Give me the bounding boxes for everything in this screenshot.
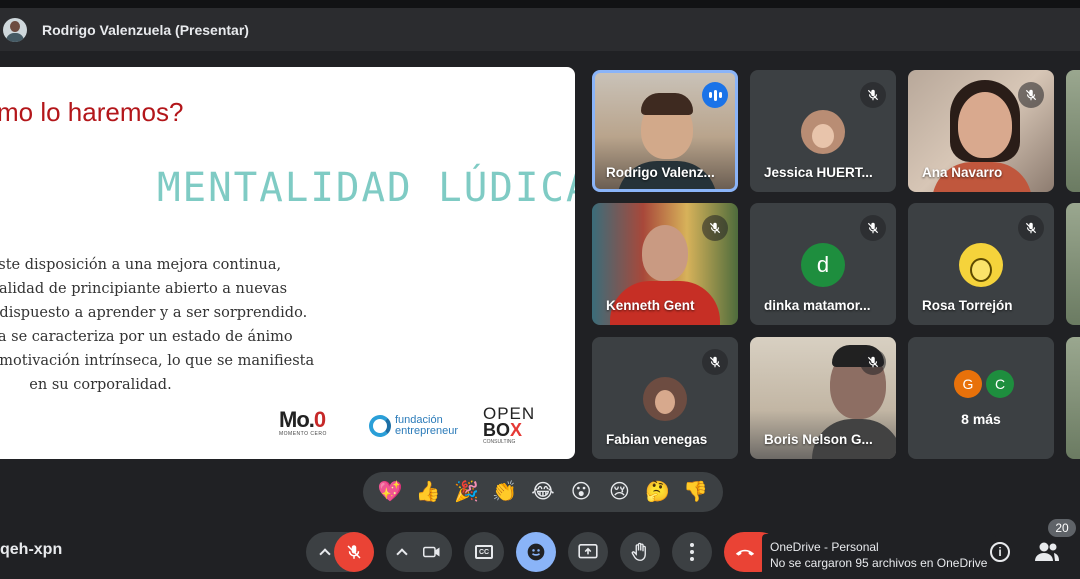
participant-tile-ana[interactable]: Ana Navarro	[908, 70, 1054, 192]
participant-name: Boris Nelson G...	[764, 432, 873, 447]
presenter-bar: Rodrigo Valenzuela (Presentar)	[0, 8, 1080, 51]
hang-up-icon	[735, 549, 755, 556]
avatar: G	[954, 370, 982, 398]
openbox-logo: OPEN BOX CONSULTING	[483, 404, 536, 445]
slide-body-line: en su corporalidad.	[29, 377, 172, 393]
mic-off-icon	[860, 215, 886, 241]
participant-tile-jessica[interactable]: Jessica HUERT...	[750, 70, 896, 192]
reaction-surprised[interactable]: 😮	[568, 482, 594, 502]
fundacion-ring-icon	[369, 415, 391, 437]
slide-body-line: Existe disposición a una mejora continua…	[0, 257, 282, 273]
avatar: C	[986, 370, 1014, 398]
mic-off-icon	[702, 349, 728, 375]
reaction-heart[interactable]: 💖	[377, 482, 403, 502]
emoji-reactions-button[interactable]	[516, 532, 556, 572]
more-options-button[interactable]	[672, 532, 712, 572]
raise-hand-button[interactable]	[620, 532, 660, 572]
slide-body-line: la vivencia se caracteriza por un estado…	[0, 329, 293, 345]
present-icon	[578, 544, 598, 559]
slide-body: Existe disposición a una mejora continua…	[0, 253, 315, 397]
participant-count-badge: 20	[1048, 519, 1076, 537]
participant-video	[958, 92, 1012, 158]
captions-icon: CC	[475, 545, 493, 559]
slide-body-line: vo y una motivación intrínseca, lo que s…	[0, 353, 315, 369]
slide-heading: mo lo haremos?	[0, 97, 184, 127]
mic-toggle-button[interactable]	[334, 532, 374, 572]
reactions-bar: 💖 👍 🎉 👏 😂 😮 😢 🤔 👎	[363, 472, 723, 512]
reaction-sad[interactable]: 😢	[606, 482, 632, 502]
participant-tile-partial[interactable]	[1066, 337, 1080, 459]
camera-toggle-button[interactable]	[412, 532, 452, 572]
mic-off-icon	[1018, 82, 1044, 108]
participant-video	[642, 225, 688, 281]
fundacion-entrepreneur-logo: fundación entrepreneur	[369, 415, 458, 437]
avatar: d	[801, 243, 845, 287]
presenter-name: Rodrigo Valenzuela (Presentar)	[42, 21, 249, 38]
participant-tile-partial[interactable]	[1066, 70, 1080, 192]
presenter-avatar	[3, 17, 27, 42]
slide-body-line: iencias, dispuesto a aprender y a ser so…	[0, 305, 308, 321]
participant-tile-dinka[interactable]: d dinka matamor...	[750, 203, 896, 325]
notification-title: OneDrive - Personal	[770, 540, 879, 554]
participant-name: Rosa Torrejón	[922, 298, 1013, 313]
participant-tile-more[interactable]: G C 8 más	[908, 337, 1054, 459]
onedrive-notification[interactable]: OneDrive - Personal No se cargaron 95 ar…	[762, 534, 996, 576]
more-participants-label: 8 más	[961, 411, 1001, 427]
camera-options-chevron-icon[interactable]	[396, 548, 408, 560]
mic-off-icon	[702, 215, 728, 241]
avatar	[959, 243, 1003, 287]
participant-name: dinka matamor...	[764, 298, 871, 313]
meeting-code: qeh-xpn	[0, 541, 63, 558]
mic-off-icon	[1018, 215, 1044, 241]
speaking-indicator-icon	[702, 82, 728, 108]
notification-message: No se cargaron 95 archivos en OneDrive	[770, 556, 988, 570]
present-screen-button[interactable]	[568, 532, 608, 572]
reaction-party[interactable]: 🎉	[454, 482, 480, 502]
participant-tile-rosa[interactable]: Rosa Torrejón	[908, 203, 1054, 325]
hand-icon	[631, 542, 646, 561]
reaction-clap[interactable]: 👏	[492, 482, 518, 502]
reaction-thumbs-up[interactable]: 👍	[415, 482, 441, 502]
people-icon	[1035, 542, 1059, 561]
mic-off-icon	[860, 349, 886, 375]
reaction-laugh[interactable]: 😂	[530, 482, 556, 502]
smiley-icon	[527, 543, 545, 561]
mic-off-icon	[860, 82, 886, 108]
participant-tile-rodrigo[interactable]: Rodrigo Valenz...	[592, 70, 738, 192]
participant-name: Ana Navarro	[922, 165, 1003, 180]
mic-options-chevron-icon[interactable]	[319, 548, 331, 560]
participant-tile-partial[interactable]	[1066, 203, 1080, 325]
avatar	[801, 110, 845, 154]
participant-name: Jessica HUERT...	[764, 165, 873, 180]
slide-body-line: na mentalidad de principiante abierto a …	[0, 281, 288, 297]
participant-tile-fabian[interactable]: Fabian venegas	[592, 337, 738, 459]
participant-tile-kenneth[interactable]: Kenneth Gent	[592, 203, 738, 325]
captions-button[interactable]: CC	[464, 532, 504, 572]
window-top-strip	[0, 0, 1080, 8]
participant-name: Rodrigo Valenz...	[606, 165, 715, 180]
slide-title: MENTALIDAD LÚDICA	[157, 165, 575, 211]
reaction-thumbs-down[interactable]: 👎	[683, 482, 709, 502]
more-vert-icon	[690, 543, 694, 561]
more-participants-avatars: G C	[954, 370, 1014, 398]
presentation-slide: mo lo haremos? MENTALIDAD LÚDICA Existe …	[0, 67, 575, 459]
participant-tile-boris[interactable]: Boris Nelson G...	[750, 337, 896, 459]
reaction-thinking[interactable]: 🤔	[645, 482, 671, 502]
avatar	[643, 377, 687, 421]
people-button[interactable]	[1034, 540, 1060, 564]
momento-cero-logo: Mo.0 MOMENTO CERO	[279, 407, 327, 438]
participant-name: Kenneth Gent	[606, 298, 695, 313]
mic-off-icon	[347, 545, 361, 559]
camera-icon	[423, 546, 440, 558]
meeting-info-icon[interactable]: i	[990, 542, 1010, 562]
participant-name: Fabian venegas	[606, 432, 708, 447]
